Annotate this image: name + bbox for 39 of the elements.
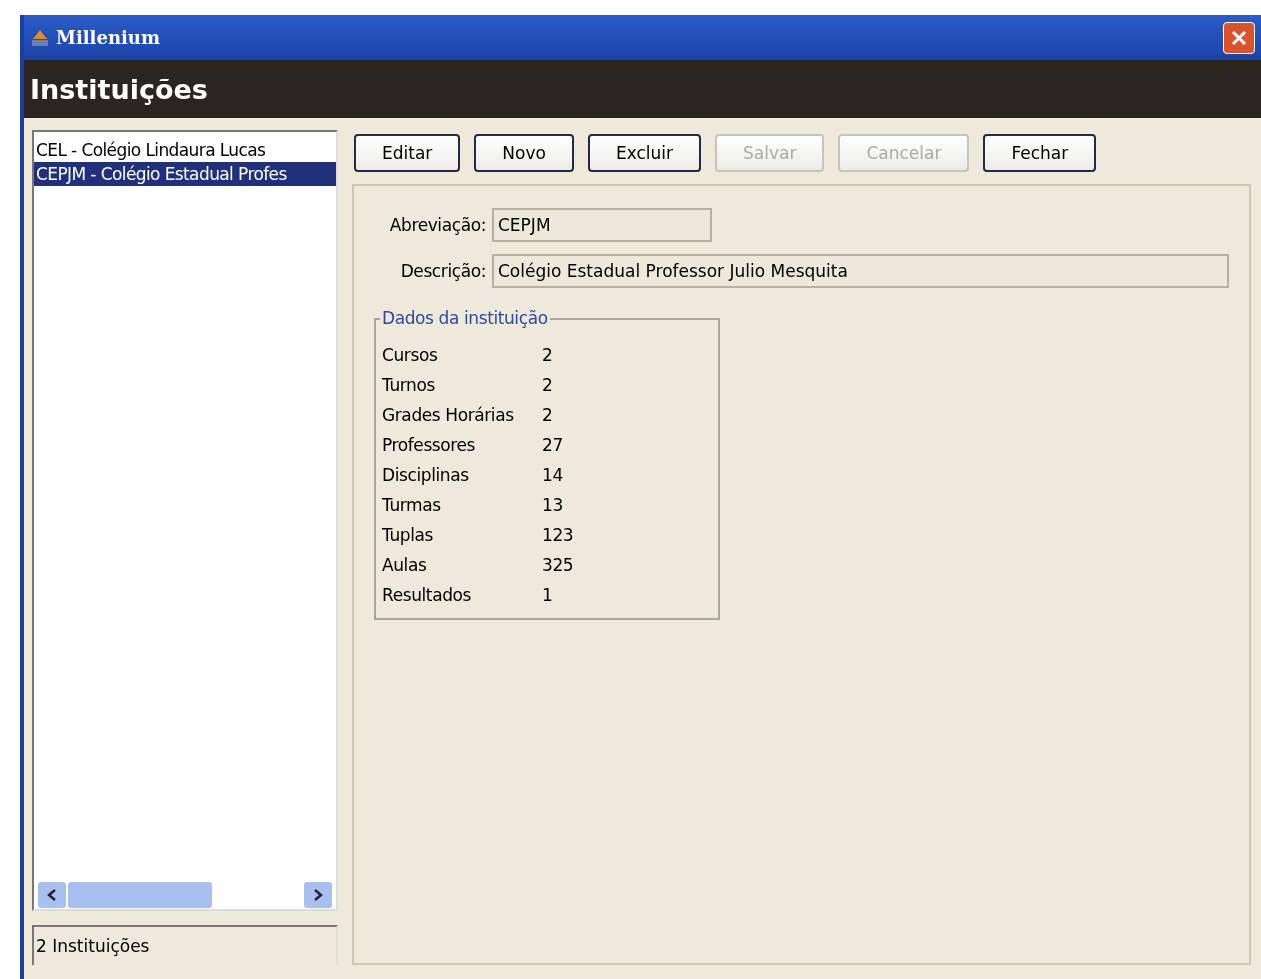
scrollbar-thumb[interactable] (68, 882, 212, 908)
stat-label: Turmas (382, 495, 442, 515)
toolbar-button[interactable]: Fechar (983, 134, 1097, 172)
stat-label: Disciplinas (382, 465, 470, 485)
status-text: 2 Instituições (32, 925, 338, 965)
stat-label: Aulas (382, 555, 428, 575)
field-label: Descrição: (399, 261, 486, 281)
text-field[interactable]: Colégio Estadual Professor Julio Mesquita (492, 254, 1229, 288)
stat-value: 2 (542, 375, 553, 395)
chevron-left-icon (46, 888, 58, 902)
page-title: Instituições (30, 73, 208, 105)
scroll-left-button[interactable] (38, 882, 66, 908)
stat-value: 13 (542, 495, 563, 515)
stat-label: Cursos (382, 345, 439, 365)
window-title: Millenium (56, 27, 160, 48)
stat-label: Turnos (382, 375, 436, 395)
chevron-right-icon (312, 888, 324, 902)
text-field[interactable]: CEPJM (492, 208, 712, 242)
close-icon (1230, 28, 1248, 47)
close-button[interactable] (1223, 21, 1255, 54)
stat-value: 2 (542, 345, 553, 365)
stat-label: Grades Horárias (382, 405, 515, 425)
stat-value: 123 (542, 525, 574, 545)
stat-label: Tuplas (382, 525, 434, 545)
list-item[interactable]: CEPJM - Colégio Estadual Profes (34, 162, 336, 186)
stat-label: Professores (382, 435, 477, 455)
scroll-right-button[interactable] (304, 882, 332, 908)
list-item[interactable]: CEL - Colégio Lindaura Lucas (34, 138, 336, 162)
group-title: Dados da instituição (380, 308, 550, 328)
toolbar-button[interactable]: Editar (354, 134, 461, 172)
toolbar-button[interactable]: Excluir (587, 134, 701, 172)
stat-value: 27 (542, 435, 563, 455)
stat-value: 14 (542, 465, 563, 485)
stat-value: 325 (542, 555, 574, 575)
stat-label: Resultados (382, 585, 472, 605)
field-label: Abreviação: (388, 215, 486, 235)
stat-value: 1 (542, 585, 553, 605)
stat-value: 2 (542, 405, 553, 425)
toolbar-button[interactable]: Novo (474, 134, 574, 172)
